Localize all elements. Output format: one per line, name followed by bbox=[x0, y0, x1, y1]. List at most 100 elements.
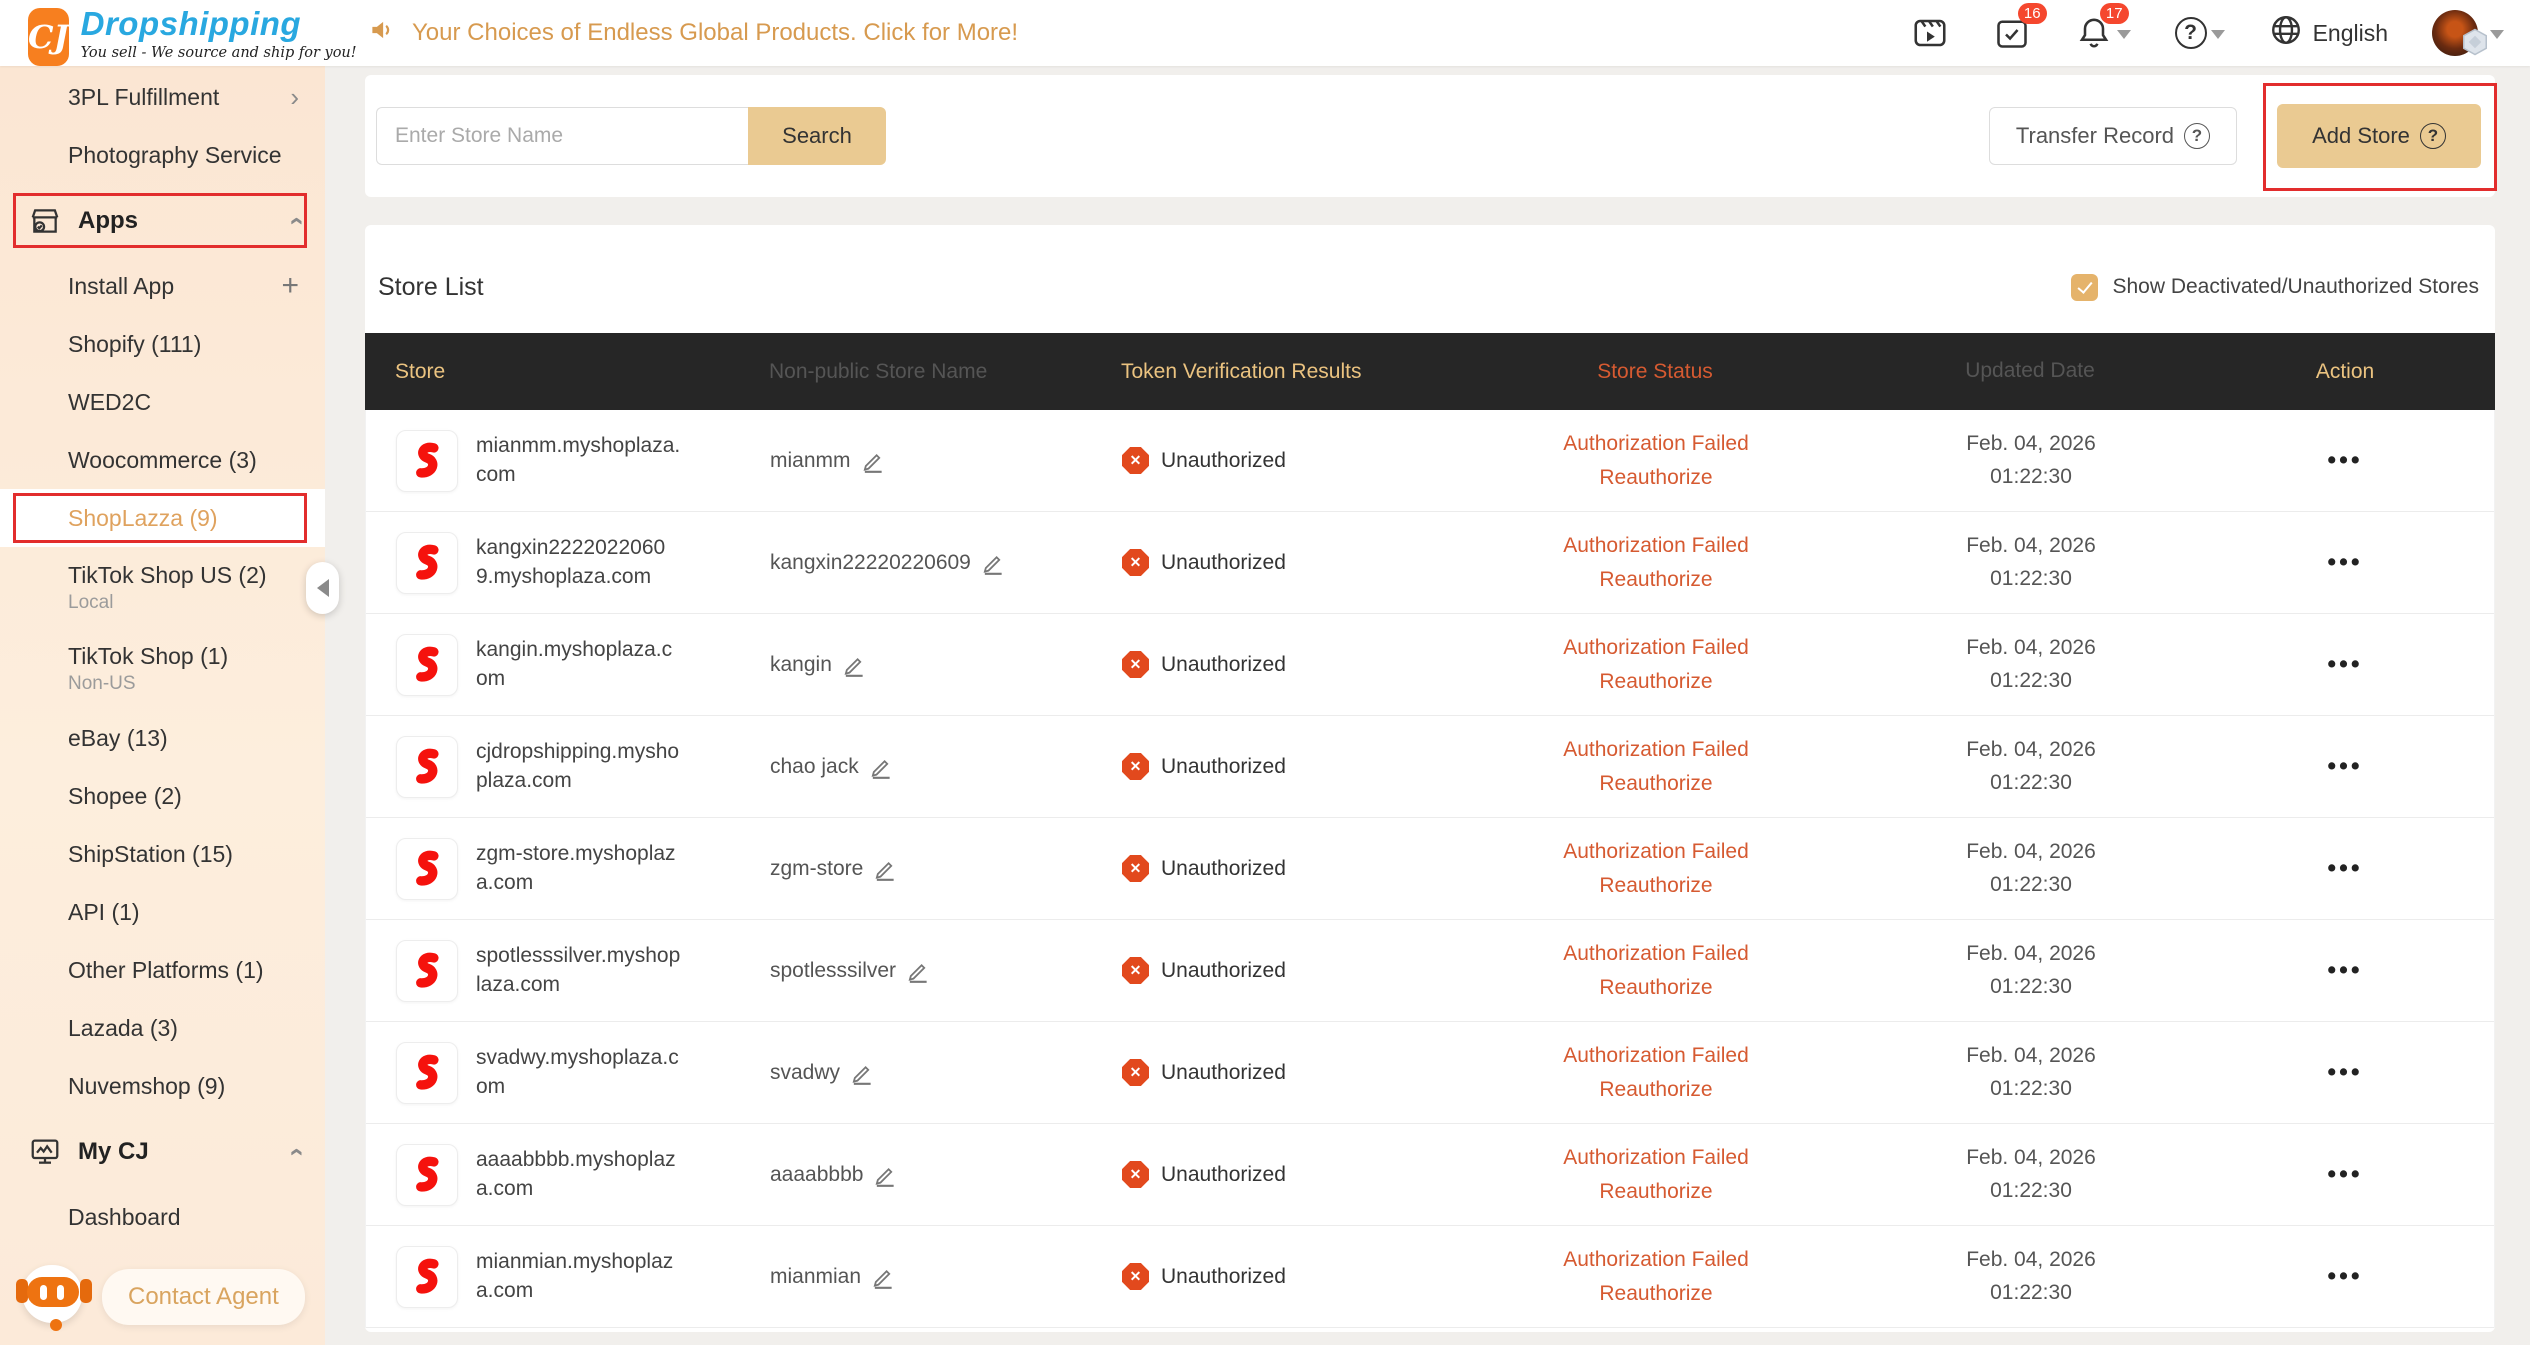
membership-level-icon bbox=[2460, 27, 2490, 62]
sidebar-item-label: Shopee (2) bbox=[68, 782, 182, 809]
sidebar-item-label: Woocommerce (3) bbox=[68, 446, 257, 473]
contact-agent[interactable]: Contact Agent bbox=[10, 1257, 305, 1337]
sidebar-item-3pl-fulfillment[interactable]: 3PL Fulfillment › bbox=[0, 68, 325, 126]
sidebar-item-api-1[interactable]: API (1) bbox=[0, 883, 325, 941]
language-selector[interactable]: English bbox=[2269, 13, 2388, 53]
edit-name-icon[interactable] bbox=[981, 551, 1005, 575]
app-logo[interactable]: CJ Dropshipping You sell - We source and… bbox=[0, 0, 357, 66]
sidebar-item-photography-service[interactable]: Photography Service bbox=[0, 126, 325, 184]
reauthorize-link[interactable]: Reauthorize bbox=[1446, 563, 1866, 597]
column-header-date: Updated Date bbox=[1965, 359, 2095, 383]
column-header-status: Store Status bbox=[1597, 359, 1713, 383]
show-deactivated-toggle[interactable]: Show Deactivated/Unauthorized Stores bbox=[2071, 273, 2479, 301]
edit-name-icon[interactable] bbox=[850, 1061, 874, 1085]
reauthorize-link[interactable]: Reauthorize bbox=[1446, 1175, 1866, 1209]
announcement-text: Your Choices of Endless Global Products.… bbox=[412, 19, 1019, 46]
reauthorize-link[interactable]: Reauthorize bbox=[1446, 665, 1866, 699]
sidebar-item-shopee-2[interactable]: Shopee (2) bbox=[0, 767, 325, 825]
main-content: Search Transfer Record ? Add Store ? bbox=[325, 66, 2530, 1345]
speaker-icon bbox=[368, 15, 398, 52]
status-authorization-failed: Authorization Failed bbox=[1563, 839, 1749, 863]
row-actions-button[interactable]: ••• bbox=[2327, 446, 2362, 474]
reauthorize-link[interactable]: Reauthorize bbox=[1446, 767, 1866, 801]
sidebar-item-label: Install App bbox=[68, 272, 175, 299]
contact-agent-button[interactable]: Contact Agent bbox=[102, 1269, 305, 1325]
reauthorize-link[interactable]: Reauthorize bbox=[1446, 869, 1866, 903]
row-actions-button[interactable]: ••• bbox=[2327, 854, 2362, 882]
plus-icon: + bbox=[281, 269, 299, 302]
notifications-badge: 17 bbox=[2099, 3, 2129, 24]
notifications-menu[interactable]: 17 bbox=[2075, 3, 2131, 52]
dashboard-monitor-icon bbox=[28, 1136, 62, 1168]
store-list-title: Store List bbox=[378, 272, 484, 301]
checkbox-checked-icon[interactable] bbox=[2071, 273, 2099, 301]
support-robot-icon bbox=[10, 1257, 96, 1337]
row-actions-button[interactable]: ••• bbox=[2327, 1160, 2362, 1188]
transfer-record-button[interactable]: Transfer Record ? bbox=[1988, 107, 2237, 165]
reauthorize-link[interactable]: Reauthorize bbox=[1446, 1277, 1866, 1311]
edit-name-icon[interactable] bbox=[871, 1265, 895, 1289]
edit-name-icon[interactable] bbox=[861, 449, 885, 473]
sidebar-item-dashboard[interactable]: Dashboard bbox=[0, 1188, 325, 1246]
sidebar-item-woocommerce-3[interactable]: Woocommerce (3) bbox=[0, 431, 325, 489]
tasks-icon[interactable]: 16 bbox=[1993, 3, 2047, 52]
sidebar-item-ebay-13[interactable]: eBay (13) bbox=[0, 709, 325, 767]
store-nickname: spotlesssilver bbox=[770, 958, 897, 982]
table-row: cjdropshipping.myshoplaza.com chao jack … bbox=[366, 716, 2494, 818]
add-store-button[interactable]: Add Store ? bbox=[2277, 104, 2481, 168]
sidebar-item-label: 3PL Fulfillment bbox=[68, 83, 220, 110]
edit-name-icon[interactable] bbox=[906, 959, 930, 983]
shoplazza-store-logo-icon bbox=[396, 837, 458, 900]
sidebar-item-tiktok-shop-us-2[interactable]: TikTok Shop US (2) Local bbox=[0, 547, 325, 628]
reauthorize-link[interactable]: Reauthorize bbox=[1446, 461, 1866, 495]
store-domain: mianmian.myshoplaza.com bbox=[476, 1250, 674, 1302]
column-header-action: Action bbox=[2315, 359, 2375, 383]
sidebar-item-shopify-111[interactable]: Shopify (111) bbox=[0, 315, 325, 373]
unauthorized-x-icon: ✕ bbox=[1122, 753, 1149, 780]
edit-name-icon[interactable] bbox=[869, 755, 893, 779]
notifications-bell-icon: 17 bbox=[2075, 3, 2129, 52]
sidebar-item-other-platforms-1[interactable]: Other Platforms (1) bbox=[0, 941, 325, 999]
store-nickname: aaaabbbb bbox=[770, 1162, 864, 1186]
sidebar-section-apps[interactable]: Apps › bbox=[0, 184, 325, 257]
reauthorize-link[interactable]: Reauthorize bbox=[1446, 971, 1866, 1005]
sidebar-item-lazada-3[interactable]: Lazada (3) bbox=[0, 999, 325, 1057]
edit-name-icon[interactable] bbox=[842, 653, 866, 677]
row-actions-button[interactable]: ••• bbox=[2327, 548, 2362, 576]
announcement-banner[interactable]: Your Choices of Endless Global Products.… bbox=[368, 15, 1018, 52]
status-authorization-failed: Authorization Failed bbox=[1563, 431, 1749, 455]
sidebar-item-label: eBay (13) bbox=[68, 724, 168, 751]
sidebar-collapse-handle[interactable] bbox=[306, 562, 339, 614]
row-actions-button[interactable]: ••• bbox=[2327, 956, 2362, 984]
reauthorize-link[interactable]: Reauthorize bbox=[1446, 1073, 1866, 1107]
sidebar-item-install-app[interactable]: Install App + bbox=[0, 257, 325, 315]
tutorials-video-icon[interactable] bbox=[1911, 14, 1949, 52]
updated-time: 01:22:30 bbox=[1990, 1076, 2072, 1100]
store-list-card: Store List Show Deactivated/Unauthorized… bbox=[365, 225, 2495, 1332]
status-authorization-failed: Authorization Failed bbox=[1563, 1043, 1749, 1067]
token-status: Unauthorized bbox=[1161, 958, 1286, 982]
edit-name-icon[interactable] bbox=[873, 857, 897, 881]
store-domain: kangin.myshoplaza.com bbox=[476, 638, 673, 690]
page: CJ Dropshipping You sell - We source and… bbox=[0, 0, 2530, 1345]
status-authorization-failed: Authorization Failed bbox=[1563, 533, 1749, 557]
updated-date: Feb. 04, 2026 bbox=[1966, 1043, 2096, 1067]
token-status: Unauthorized bbox=[1161, 1162, 1286, 1186]
sidebar-section-my-cj[interactable]: My CJ › bbox=[0, 1115, 325, 1188]
user-menu[interactable] bbox=[2432, 5, 2510, 62]
row-actions-button[interactable]: ••• bbox=[2327, 1262, 2362, 1290]
help-menu[interactable]: ? bbox=[2174, 17, 2225, 49]
sidebar-item-nuvemshop-9[interactable]: Nuvemshop (9) bbox=[0, 1057, 325, 1115]
sidebar-item-shipstation-15[interactable]: ShipStation (15) bbox=[0, 825, 325, 883]
table-row: aaaabbbb.myshoplaza.com aaaabbbb ✕ Unaut… bbox=[366, 1124, 2494, 1226]
sidebar-item-wed2c[interactable]: WED2C bbox=[0, 373, 325, 431]
sidebar-item-tiktok-shop-1[interactable]: TikTok Shop (1) Non-US bbox=[0, 628, 325, 709]
row-actions-button[interactable]: ••• bbox=[2327, 1058, 2362, 1086]
row-actions-button[interactable]: ••• bbox=[2327, 752, 2362, 780]
search-button[interactable]: Search bbox=[748, 107, 886, 165]
row-actions-button[interactable]: ••• bbox=[2327, 650, 2362, 678]
store-domain: zgm-store.myshoplaza.com bbox=[476, 842, 676, 894]
sidebar-item-shoplazza-9[interactable]: ShopLazza (9) bbox=[0, 489, 325, 547]
store-search-input[interactable] bbox=[376, 107, 748, 165]
edit-name-icon[interactable] bbox=[873, 1163, 897, 1187]
